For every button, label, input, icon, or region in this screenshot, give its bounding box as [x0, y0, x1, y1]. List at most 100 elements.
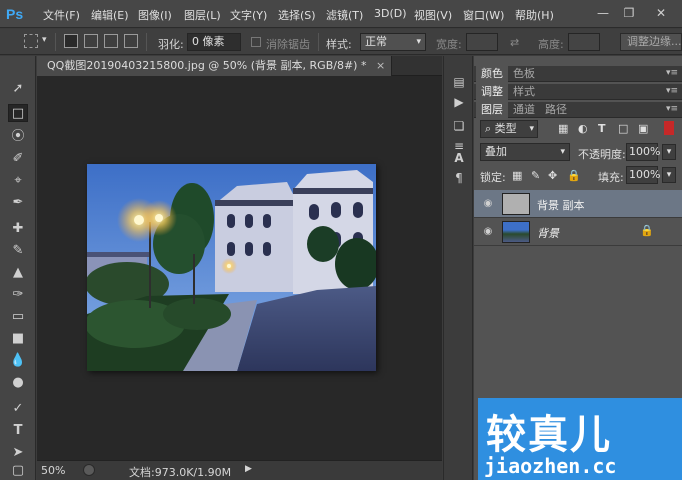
filter-type-icon[interactable]: T	[598, 122, 606, 135]
feather-label: 羽化:	[158, 38, 184, 51]
tab-paths[interactable]: 路径	[540, 102, 572, 118]
width-input[interactable]	[466, 33, 498, 51]
style-value: 正常	[365, 35, 387, 48]
filter-toggle-icon[interactable]	[664, 121, 674, 135]
eye-icon[interactable]: ◉	[482, 226, 494, 238]
refine-edge-button[interactable]: 调整边缘...	[620, 33, 682, 51]
chevron-down-icon: ▾	[416, 37, 421, 47]
new-selection-icon[interactable]	[64, 34, 78, 48]
filter-smart-object-icon[interactable]: ▣	[638, 122, 648, 135]
shape-tool-icon[interactable]: ▢	[8, 462, 28, 480]
divider	[146, 33, 147, 51]
dodge-tool-icon[interactable]: ●	[8, 374, 28, 392]
paragraph-panel-icon[interactable]: ¶	[451, 170, 467, 186]
brush-tool-icon[interactable]: ✎	[8, 242, 28, 260]
intersect-selection-icon[interactable]	[124, 34, 138, 48]
history-brush-tool-icon[interactable]: ✑	[8, 286, 28, 304]
tab-adjustments[interactable]: 调整	[476, 84, 508, 100]
height-input[interactable]	[568, 33, 600, 51]
document-tab[interactable]: QQ截图20190403215800.jpg @ 50% (背景 副本, RGB…	[37, 56, 393, 76]
lock-position-icon[interactable]: ✥	[548, 169, 557, 182]
quick-select-tool-icon[interactable]: ✐	[8, 150, 28, 168]
move-tool-icon[interactable]: ➚	[8, 80, 28, 98]
document-info: 文档:973.0K/1.90M	[129, 466, 232, 479]
marquee-preset-icon[interactable]	[24, 34, 38, 48]
panel-menu-icon[interactable]: ▾≡	[666, 86, 678, 96]
filter-adjustment-icon[interactable]: ◐	[578, 122, 588, 135]
layer-thumbnail	[502, 193, 530, 215]
chevron-down-icon[interactable]: ▾	[42, 35, 47, 45]
actions-panel-icon[interactable]: ▶	[451, 94, 467, 110]
menu-image[interactable]: 图像(I)	[138, 7, 172, 23]
lock-all-icon[interactable]: 🔒	[567, 169, 581, 182]
play-arrow-icon[interactable]: ▶	[245, 464, 252, 474]
canvas-image[interactable]	[87, 164, 376, 371]
healing-brush-tool-icon[interactable]: ✚	[8, 220, 28, 238]
close-icon[interactable]: ✕	[652, 5, 670, 21]
lock-image-icon[interactable]: ✎	[531, 169, 540, 182]
subtract-selection-icon[interactable]	[104, 34, 118, 48]
share-icon[interactable]	[83, 464, 95, 476]
filter-shape-icon[interactable]: □	[618, 122, 628, 135]
menu-window[interactable]: 窗口(W)	[463, 7, 504, 23]
panel-menu-icon[interactable]: ▾≡	[666, 68, 678, 78]
menu-3d[interactable]: 3D(D)	[374, 7, 407, 20]
type-tool-icon[interactable]: T	[8, 422, 28, 440]
gradient-tool-icon[interactable]: ■	[8, 330, 28, 348]
lock-transparent-icon[interactable]: ▦	[512, 169, 522, 182]
path-select-tool-icon[interactable]: ➤	[8, 444, 28, 462]
tab-color[interactable]: 颜色	[476, 66, 508, 82]
layer-name[interactable]: 背景 副本	[537, 197, 585, 213]
menu-edit[interactable]: 编辑(E)	[91, 7, 129, 23]
layer-name[interactable]: 背景	[537, 225, 559, 241]
menu-filter[interactable]: 滤镜(T)	[326, 7, 363, 23]
tab-channels[interactable]: 通道	[508, 102, 540, 118]
history-panel-icon[interactable]: ▤	[451, 74, 467, 90]
menu-layer[interactable]: 图层(L)	[184, 7, 221, 23]
minimize-icon[interactable]: —	[594, 5, 612, 21]
antialias-checkbox[interactable]	[251, 37, 261, 47]
options-bar: ▾ 羽化: 0 像素 消除锯齿 样式: 正常 ▾ 宽度: ⇄ 高度: 调整边缘.…	[0, 29, 682, 55]
close-icon[interactable]: ×	[376, 59, 385, 72]
fill-slider-toggle[interactable]: ▾	[662, 167, 676, 183]
menu-help[interactable]: 帮助(H)	[515, 7, 554, 23]
style-select[interactable]: 正常 ▾	[360, 33, 426, 51]
menu-type[interactable]: 文字(Y)	[230, 7, 267, 23]
eraser-tool-icon[interactable]: ▭	[8, 308, 28, 326]
filter-pixel-icon[interactable]: ▦	[558, 122, 568, 135]
fill-label: 填充:	[598, 171, 624, 184]
lasso-tool-icon[interactable]: ⦿	[8, 128, 28, 146]
opacity-input[interactable]: 100%	[626, 143, 660, 161]
restore-icon[interactable]: ❐	[620, 5, 638, 21]
crop-tool-icon[interactable]: ⌖	[8, 172, 28, 190]
menu-file[interactable]: 文件(F)	[43, 7, 80, 23]
blur-tool-icon[interactable]: 💧	[8, 352, 28, 370]
layers-panel-tabs: 图层 通道 路径 ▾≡	[474, 102, 682, 118]
layer-row[interactable]: ◉ 背景 🔒	[474, 218, 682, 246]
menu-view[interactable]: 视图(V)	[414, 7, 452, 23]
marquee-tool-icon[interactable]: □	[8, 104, 28, 122]
swap-icon[interactable]: ⇄	[510, 36, 519, 49]
tab-styles[interactable]: 样式	[508, 84, 540, 100]
eye-icon[interactable]: ◉	[482, 198, 494, 210]
zoom-level[interactable]: 50%	[41, 464, 65, 477]
menu-select[interactable]: 选择(S)	[278, 7, 316, 23]
layer-row-selected[interactable]: ◉ 背景 副本	[474, 190, 682, 218]
character-panel-icon[interactable]: A	[451, 150, 467, 166]
opacity-slider-toggle[interactable]: ▾	[662, 144, 676, 160]
add-selection-icon[interactable]	[84, 34, 98, 48]
lock-label: 锁定:	[480, 171, 506, 184]
3d-panel-icon[interactable]: ❏	[451, 118, 467, 134]
eyedropper-tool-icon[interactable]: ✒	[8, 194, 28, 212]
clone-stamp-tool-icon[interactable]: ▲	[8, 264, 28, 282]
pen-tool-icon[interactable]: ✓	[8, 400, 28, 418]
tab-layers[interactable]: 图层	[476, 102, 508, 118]
feather-input[interactable]: 0 像素	[187, 33, 241, 51]
layer-filter-value: 类型	[494, 122, 517, 135]
blend-mode-select[interactable]: 叠加 ▾	[480, 143, 570, 161]
fill-input[interactable]: 100%	[626, 166, 660, 184]
panel-menu-icon[interactable]: ▾≡	[666, 104, 678, 114]
antialias-label: 消除锯齿	[266, 38, 310, 51]
tab-swatches[interactable]: 色板	[508, 66, 540, 82]
layer-filter-select[interactable]: ⌕ 类型 ▾	[480, 120, 538, 138]
